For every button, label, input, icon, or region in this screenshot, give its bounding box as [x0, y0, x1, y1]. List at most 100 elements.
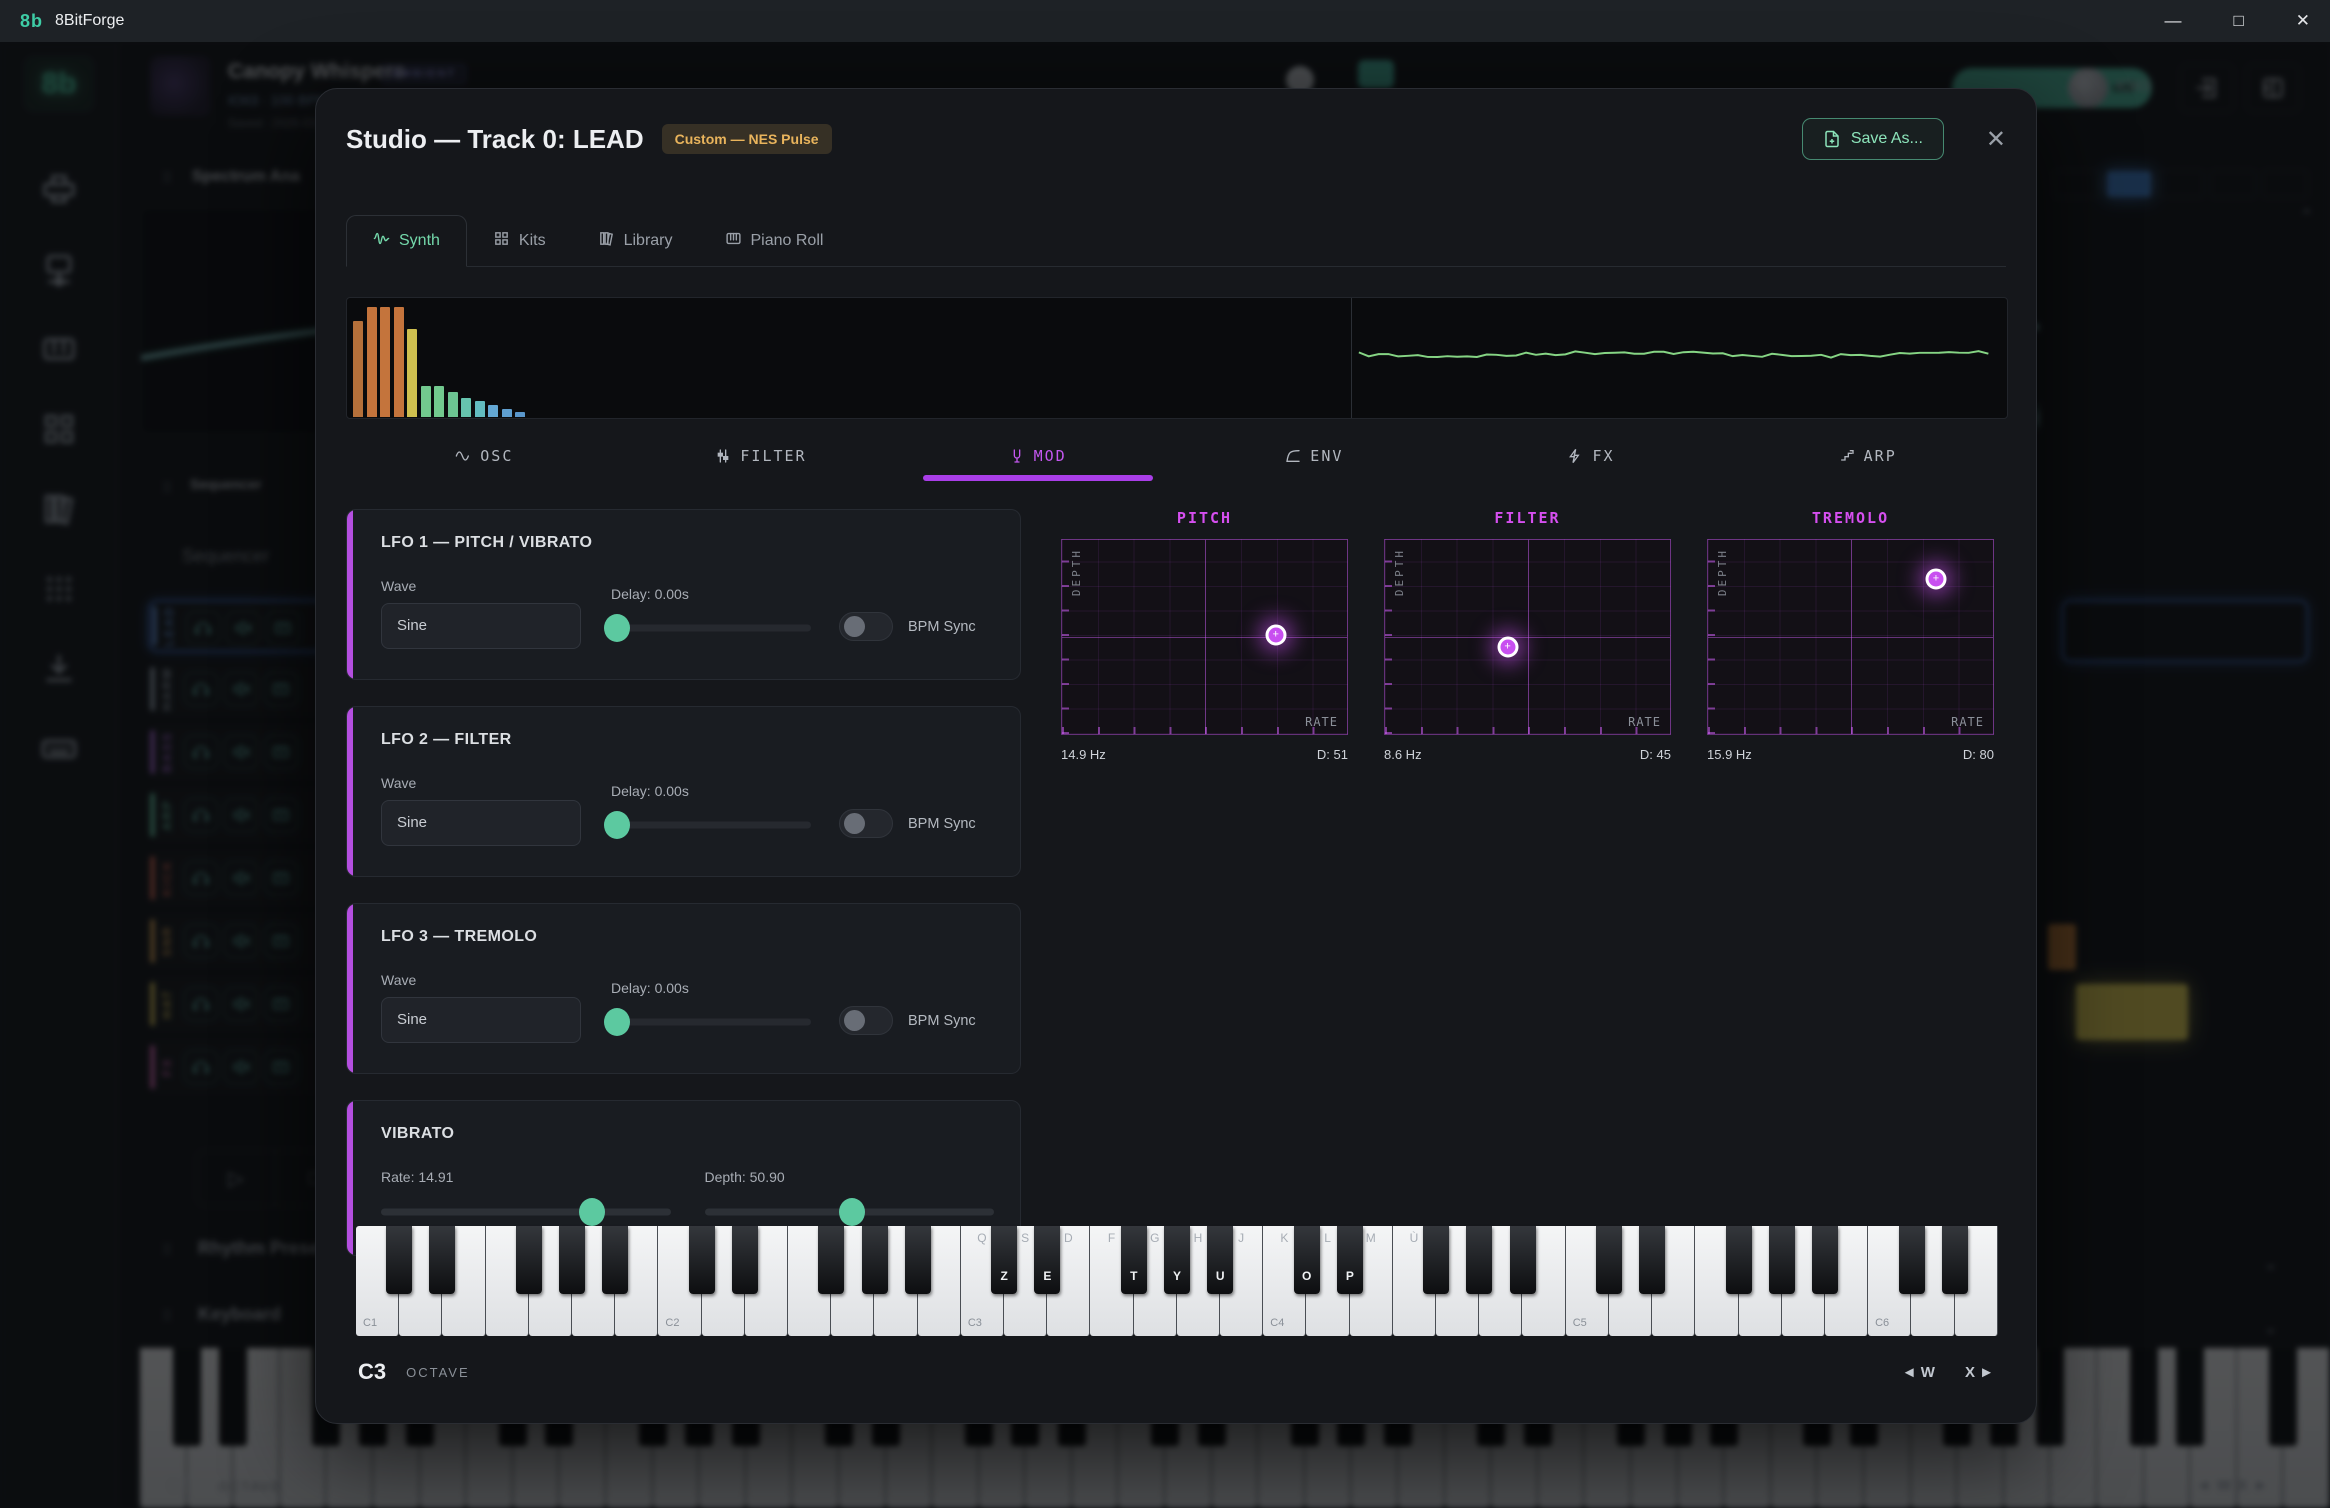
black-key[interactable]	[1726, 1226, 1752, 1294]
subtab-fx[interactable]: FX	[1453, 441, 1730, 497]
key-shortcut-label: Q	[977, 1231, 986, 1245]
bpm-sync-toggle[interactable]	[839, 1006, 893, 1035]
subtab-label: ARP	[1864, 447, 1897, 465]
octave-down-button[interactable]: ◄ W	[1902, 1364, 1935, 1381]
black-key[interactable]	[1639, 1226, 1665, 1294]
black-key[interactable]	[1596, 1226, 1622, 1294]
delay-label: Delay: 0.00s	[611, 586, 811, 602]
slider-knob[interactable]	[579, 1198, 605, 1226]
spectrum-bar	[421, 386, 431, 417]
wave-field: Wave Sine	[381, 578, 581, 649]
black-key[interactable]	[1510, 1226, 1536, 1294]
black-key[interactable]	[905, 1226, 931, 1294]
depth-slider[interactable]	[705, 1199, 995, 1225]
pad-y-axis-label: DEPTH	[1716, 548, 1729, 596]
pad-rate-value: 14.9 Hz	[1061, 747, 1106, 762]
subtab-filter[interactable]: FILTER	[623, 441, 900, 497]
tab-synth[interactable]: Synth	[346, 215, 467, 267]
octave-up-button[interactable]: X ►	[1965, 1364, 1994, 1381]
key-shortcut-label: T	[1130, 1269, 1137, 1283]
wave-select[interactable]: Sine	[381, 800, 581, 846]
close-window-icon[interactable]: ✕	[2296, 11, 2310, 31]
pad-puck[interactable]: +	[1497, 636, 1518, 657]
black-key[interactable]: Y	[1164, 1226, 1190, 1294]
wave-select[interactable]: Sine	[381, 997, 581, 1043]
slider-knob[interactable]	[839, 1198, 865, 1226]
bpm-sync-toggle[interactable]	[839, 809, 893, 838]
minimize-icon[interactable]: —	[2164, 11, 2181, 31]
black-key[interactable]: T	[1121, 1226, 1147, 1294]
synth-subtabs: OSC FILTER MOD ENV FX ARP	[346, 441, 2006, 497]
black-key[interactable]: E	[1034, 1226, 1060, 1294]
key-shortcut-label: U	[1216, 1269, 1225, 1283]
black-key[interactable]	[1769, 1226, 1795, 1294]
file-plus-icon	[1823, 130, 1841, 148]
black-key[interactable]: Z	[991, 1226, 1017, 1294]
bpm-sync-toggle[interactable]	[839, 612, 893, 641]
black-key[interactable]	[862, 1226, 888, 1294]
key-shortcut-label: K	[1280, 1231, 1288, 1245]
black-key[interactable]	[1466, 1226, 1492, 1294]
tab-piano-roll[interactable]: Piano Roll	[699, 215, 850, 266]
xy-pad-block-filter: FILTER DEPTH RATE + 8.6 Hz D: 45	[1384, 509, 1671, 762]
pad-rate-value: 15.9 Hz	[1707, 747, 1752, 762]
rate-slider[interactable]	[381, 1199, 671, 1225]
subtab-osc[interactable]: OSC	[346, 441, 623, 497]
black-key[interactable]	[1812, 1226, 1838, 1294]
key-shortcut-label: E	[1043, 1269, 1051, 1283]
maximize-icon[interactable]: □	[2233, 11, 2243, 31]
black-key[interactable]: P	[1337, 1226, 1363, 1294]
save-as-button[interactable]: Save As...	[1802, 118, 1944, 160]
slider-knob[interactable]	[604, 614, 630, 642]
subtab-label: FILTER	[740, 447, 806, 465]
black-key[interactable]	[429, 1226, 455, 1294]
black-key[interactable]	[516, 1226, 542, 1294]
black-key[interactable]	[559, 1226, 585, 1294]
close-modal-icon[interactable]: ✕	[1986, 125, 2006, 154]
filter-xy-pad[interactable]: DEPTH RATE +	[1384, 539, 1671, 735]
black-key[interactable]	[689, 1226, 715, 1294]
slider-track	[611, 625, 811, 632]
delay-field: Delay: 0.00s	[611, 980, 811, 1035]
black-key[interactable]	[818, 1226, 844, 1294]
wave-select[interactable]: Sine	[381, 603, 581, 649]
sliders-icon	[715, 447, 731, 468]
wave-field: Wave Sine	[381, 775, 581, 846]
pad-depth-value: D: 45	[1640, 747, 1671, 762]
pad-rate-value: 8.6 Hz	[1384, 747, 1422, 762]
card-accent-bar	[347, 1101, 353, 1255]
black-key[interactable]	[1942, 1226, 1968, 1294]
tremolo-xy-pad[interactable]: DEPTH RATE +	[1707, 539, 1994, 735]
black-key[interactable]: U	[1207, 1226, 1233, 1294]
tab-kits[interactable]: Kits	[467, 215, 572, 266]
slider-knob[interactable]	[604, 1008, 630, 1036]
delay-slider[interactable]	[611, 1009, 811, 1035]
subtab-label: ENV	[1310, 447, 1343, 465]
lfo-card-2: LFO 2 — FILTER Wave Sine Delay: 0.00s BP…	[346, 706, 1021, 877]
slider-knob[interactable]	[604, 811, 630, 839]
black-key[interactable]: O	[1294, 1226, 1320, 1294]
vibrato-card-title: VIBRATO	[381, 1125, 994, 1143]
black-key[interactable]	[732, 1226, 758, 1294]
lfo-card-title: LFO 1 — PITCH / VIBRATO	[381, 534, 994, 552]
pad-puck[interactable]: +	[1926, 568, 1947, 589]
subtab-arp[interactable]: ARP	[1729, 441, 2006, 497]
black-key[interactable]	[602, 1226, 628, 1294]
delay-slider[interactable]	[611, 615, 811, 641]
subtab-env[interactable]: ENV	[1176, 441, 1453, 497]
black-key[interactable]	[386, 1226, 412, 1294]
modal-tabs: Synth Kits LibraryPiano Roll	[346, 215, 2006, 267]
pad-center-line	[1062, 637, 1347, 638]
osc-icon	[455, 447, 471, 468]
pad-puck[interactable]: +	[1265, 625, 1286, 646]
tab-label: Kits	[519, 232, 546, 250]
delay-slider[interactable]	[611, 812, 811, 838]
black-key[interactable]	[1899, 1226, 1925, 1294]
black-key[interactable]	[1423, 1226, 1449, 1294]
delay-label: Delay: 0.00s	[611, 980, 811, 996]
subtab-mod[interactable]: MOD	[899, 441, 1176, 497]
pitch-xy-pad[interactable]: DEPTH RATE +	[1061, 539, 1348, 735]
tab-library[interactable]: Library	[572, 215, 699, 266]
card-accent-bar	[347, 707, 353, 876]
modal-title: Studio — Track 0: LEAD	[346, 124, 644, 155]
